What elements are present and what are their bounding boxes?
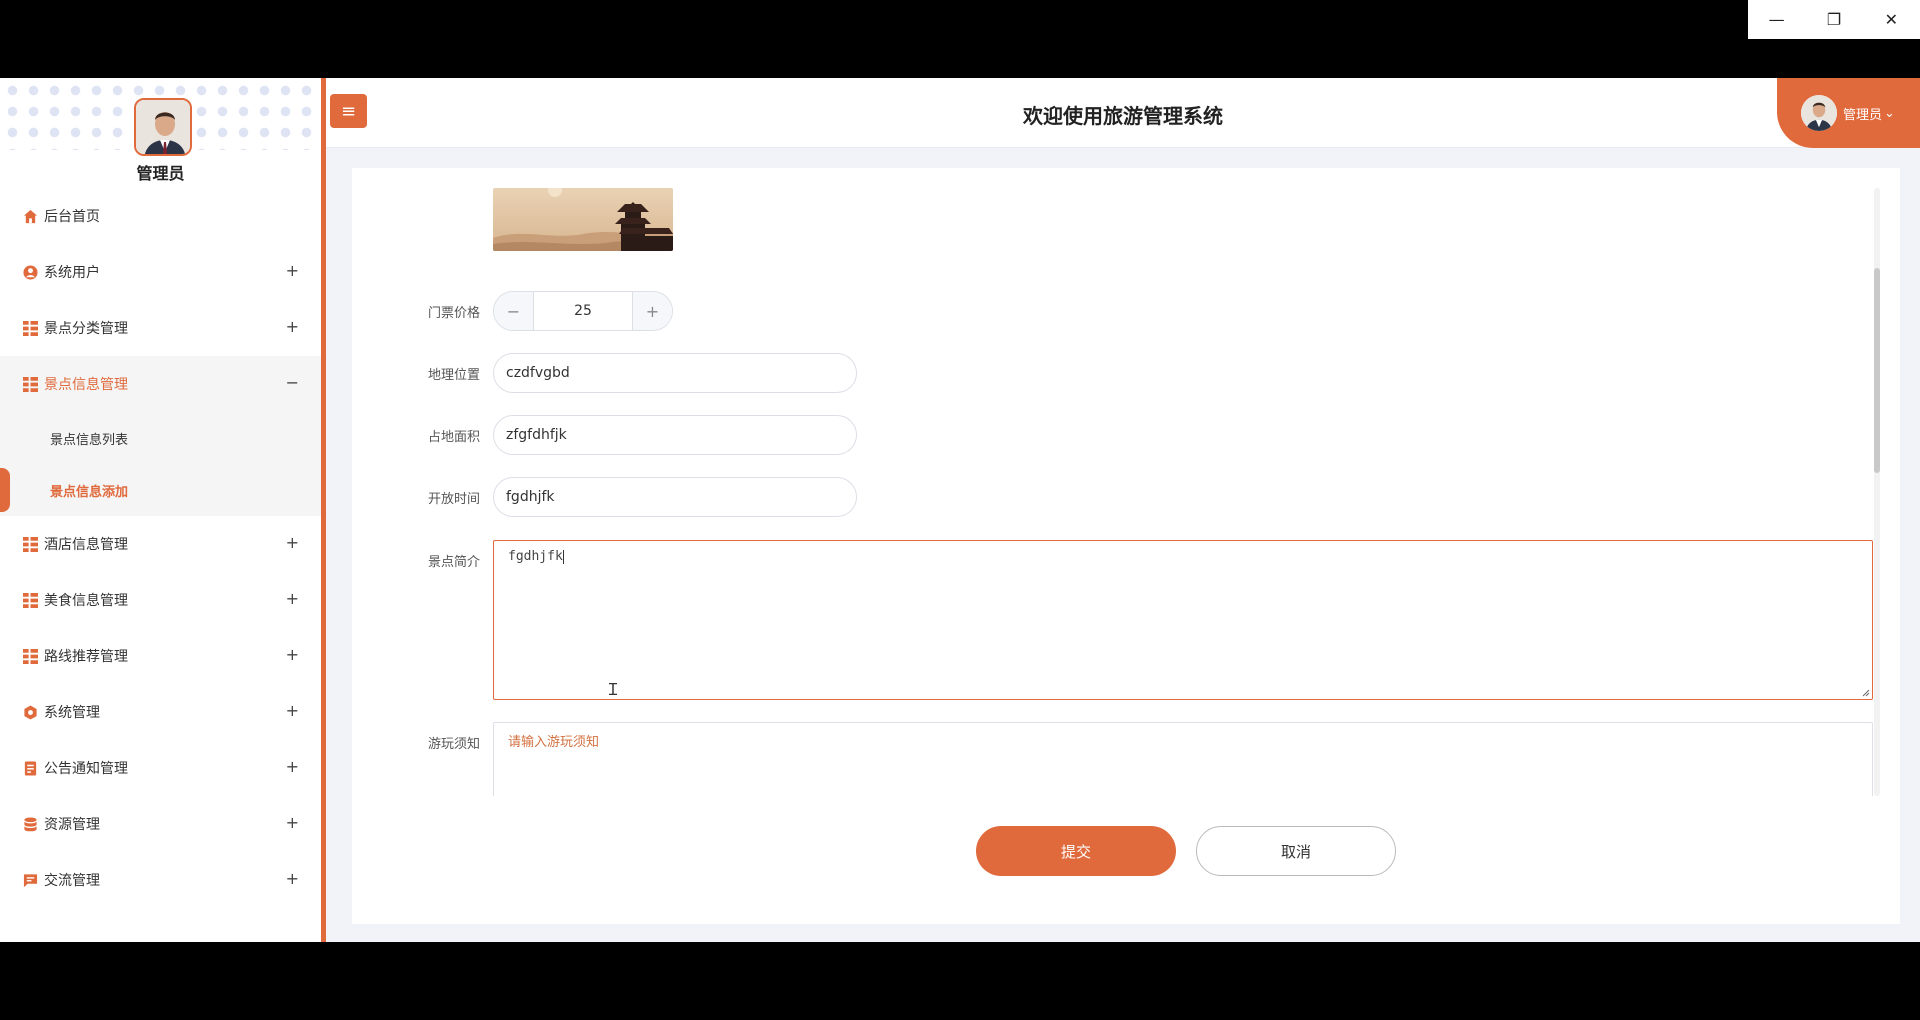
price-stepper: − 25 +: [493, 291, 673, 331]
expand-icon: +: [285, 645, 299, 664]
sidebar-item-label: 路线推荐管理: [44, 649, 128, 665]
price-label: 门票价格: [427, 306, 480, 321]
chat-icon: [22, 872, 38, 888]
user-name: 管理员: [1843, 107, 1883, 123]
sidebar-item-notice[interactable]: 公告通知管理 +: [0, 740, 321, 796]
text-caret: [562, 549, 564, 564]
chevron-down-icon: ⌄: [1884, 105, 1895, 121]
sidebar-item-home[interactable]: 后台首页: [0, 188, 321, 244]
grid-icon: [22, 376, 38, 392]
cancel-button[interactable]: 取消: [1196, 826, 1396, 876]
sidebar-item-label: 公告通知管理: [44, 761, 128, 777]
intro-textarea[interactable]: fgdhjfk: [493, 540, 1873, 700]
expand-icon: +: [285, 533, 299, 552]
sidebar-item-attraction-info[interactable]: 景点信息管理 −: [0, 356, 321, 412]
expand-icon: +: [285, 317, 299, 336]
gear-icon: [22, 704, 38, 720]
location-input[interactable]: czdfvgbd: [493, 353, 857, 393]
sidebar-menu: 后台首页 系统用户 + 景点分类管理 + 景点信息管理 − 景点信息列表 景点信…: [0, 188, 321, 908]
landscape-image-icon: [493, 188, 673, 251]
attraction-image-preview[interactable]: [493, 188, 673, 251]
form-scrollbar[interactable]: [1874, 188, 1880, 796]
intro-text: fgdhjfk: [508, 549, 563, 564]
sidebar-item-food[interactable]: 美食信息管理 +: [0, 572, 321, 628]
increment-button[interactable]: +: [632, 292, 672, 330]
avatar-icon: [136, 100, 190, 154]
page-title: 欢迎使用旅游管理系统: [1023, 104, 1223, 128]
sidebar: 管理员 后台首页 系统用户 + 景点分类管理 + 景点信息管理 − 景点信息列表…: [0, 78, 326, 942]
sidebar-item-category[interactable]: 景点分类管理 +: [0, 300, 321, 356]
sidebar-item-system[interactable]: 系统管理 +: [0, 684, 321, 740]
sidebar-item-resource[interactable]: 资源管理 +: [0, 796, 321, 852]
user-circle-icon: [22, 264, 38, 280]
open-time-input[interactable]: fgdhjfk: [493, 477, 857, 517]
form-scroll-area: 门票价格 − 25 + 地理位置 czdfvgbd 占地面积 zfgfdhfjk…: [352, 188, 1900, 796]
collapse-icon: −: [285, 373, 299, 392]
avatar: [1801, 95, 1837, 131]
expand-icon: +: [285, 261, 299, 280]
open-time-label: 开放时间: [427, 492, 480, 507]
grid-icon: [22, 592, 38, 608]
top-header: ≡ 欢迎使用旅游管理系统 管理员 ⌄: [326, 78, 1920, 148]
notice-placeholder: 请输入游玩须知: [508, 735, 600, 750]
sidebar-item-system-users[interactable]: 系统用户 +: [0, 244, 321, 300]
sidebar-item-label: 景点分类管理: [44, 321, 128, 337]
window-controls: — ❐ ✕: [1748, 0, 1920, 39]
grid-icon: [22, 320, 38, 336]
minimize-button[interactable]: —: [1748, 0, 1805, 39]
expand-icon: +: [285, 869, 299, 888]
expand-icon: +: [285, 701, 299, 720]
submit-button[interactable]: 提交: [976, 826, 1176, 876]
intro-label: 景点简介: [427, 555, 480, 570]
database-icon: [22, 816, 38, 832]
ibeam-cursor-icon: Ｉ: [605, 680, 622, 699]
expand-icon: +: [285, 589, 299, 608]
area-input[interactable]: zfgfdhfjk: [493, 415, 857, 455]
resize-handle-icon[interactable]: [1860, 687, 1870, 697]
app-root: 管理员 后台首页 系统用户 + 景点分类管理 + 景点信息管理 − 景点信息列表…: [0, 78, 1920, 942]
sidebar-item-exchange[interactable]: 交流管理 +: [0, 852, 321, 908]
restore-button[interactable]: ❐: [1805, 0, 1862, 39]
grid-icon: [22, 648, 38, 664]
sidebar-item-label: 系统用户: [44, 265, 100, 281]
notice-label: 游玩须知: [427, 737, 480, 752]
grid-icon: [22, 536, 38, 552]
price-input[interactable]: 25: [534, 292, 632, 330]
expand-icon: +: [285, 757, 299, 776]
sidebar-submenu: 景点信息列表 景点信息添加: [0, 412, 321, 516]
sidebar-item-label: 美食信息管理: [44, 593, 128, 609]
scrollbar-thumb[interactable]: [1874, 268, 1880, 473]
profile-name: 管理员: [136, 164, 185, 183]
close-button[interactable]: ✕: [1863, 0, 1920, 39]
area-label: 占地面积: [427, 430, 480, 445]
sidebar-item-label: 资源管理: [44, 817, 100, 833]
avatar-icon: [1801, 95, 1837, 131]
sidebar-item-label: 景点信息管理: [44, 377, 128, 393]
home-icon: [22, 208, 38, 224]
window-titlebar: — ❐ ✕: [0, 0, 1920, 78]
location-label: 地理位置: [427, 368, 480, 383]
sidebar-item-route[interactable]: 路线推荐管理 +: [0, 628, 321, 684]
document-icon: [22, 760, 38, 776]
sidebar-item-hotel[interactable]: 酒店信息管理 +: [0, 516, 321, 572]
sidebar-item-label: 后台首页: [44, 209, 100, 225]
notice-textarea[interactable]: 请输入游玩须知: [493, 722, 1873, 796]
user-menu[interactable]: 管理员 ⌄: [1777, 78, 1920, 148]
sidebar-item-label: 酒店信息管理: [44, 537, 128, 553]
sidebar-item-label: 系统管理: [44, 705, 100, 721]
expand-icon: +: [285, 813, 299, 832]
sidebar-subitem-attraction-add[interactable]: 景点信息添加: [0, 464, 321, 516]
decrement-button[interactable]: −: [494, 292, 534, 330]
form-card: 门票价格 − 25 + 地理位置 czdfvgbd 占地面积 zfgfdhfjk…: [352, 168, 1900, 924]
profile-avatar[interactable]: [134, 98, 192, 156]
sidebar-item-label: 交流管理: [44, 873, 100, 889]
sidebar-subitem-attraction-list[interactable]: 景点信息列表: [0, 412, 321, 464]
